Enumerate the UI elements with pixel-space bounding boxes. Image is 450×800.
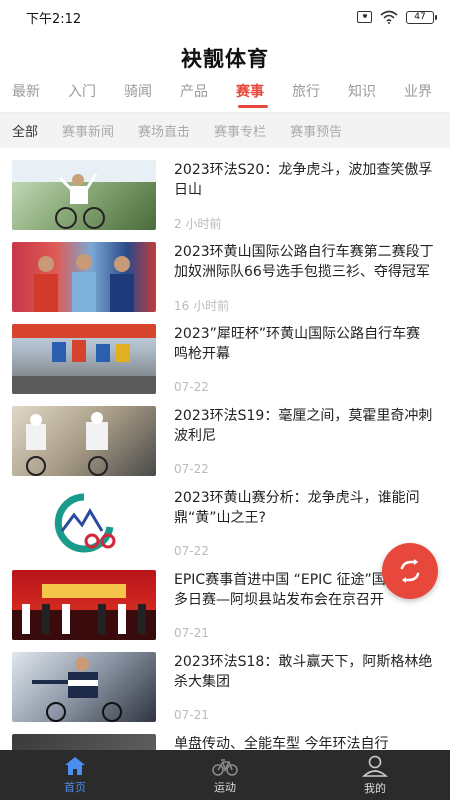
news-thumbnail	[12, 488, 156, 558]
news-item[interactable]: 2023环法S18：敢斗赢天下，阿斯格林绝杀大集团 07-21	[0, 642, 450, 724]
news-item[interactable]: 2023环黄山赛分析：龙争虎斗，谁能问鼎“黄”山之王? 07-22	[0, 478, 450, 560]
tab-events[interactable]: 赛事	[236, 82, 292, 112]
subtab-event-news[interactable]: 赛事新闻	[62, 121, 114, 140]
subtab-event-column[interactable]: 赛事专栏	[214, 121, 266, 140]
news-title: 单盘传动、全能车型 今年环法自行	[174, 736, 389, 750]
nav-profile-label: 我的	[364, 781, 386, 795]
news-thumbnail	[12, 570, 156, 640]
bottom-navigation: 首页 运动 我的	[0, 750, 450, 800]
nav-home-label: 首页	[64, 780, 86, 794]
news-time: 2 小时前	[174, 217, 222, 231]
news-time: 16 小时前	[174, 299, 230, 313]
news-item[interactable]: 2023环法S19：毫厘之间，莫霍里奇冲刺波利尼 07-22	[0, 396, 450, 478]
news-title: 2023环黄山赛分析：龙争虎斗，谁能问鼎“黄”山之王?	[174, 490, 420, 526]
subtab-all[interactable]: 全部	[12, 121, 38, 140]
bicycle-icon	[212, 758, 238, 776]
subtab-event-preview[interactable]: 赛事预告	[290, 121, 342, 140]
news-item[interactable]: 2023环法S20：龙争虎斗，波加查笑傲孚日山 2 小时前	[0, 150, 450, 232]
sub-category-tabs: 全部 赛事新闻 赛场直击 赛事专栏 赛事预告	[0, 112, 450, 148]
event-logo-icon	[54, 493, 116, 553]
news-time: 07-22	[174, 462, 209, 476]
news-thumbnail	[12, 242, 156, 312]
news-title: 2023环黄山国际公路自行车赛第二赛段丁加奴洲际队66号选手包揽三衫、夺得冠军	[174, 244, 434, 280]
news-title: 2023环法S20：龙争虎斗，波加查笑傲孚日山	[174, 162, 433, 198]
nav-profile[interactable]: 我的	[300, 750, 450, 800]
news-thumbnail	[12, 406, 156, 476]
nav-home[interactable]: 首页	[0, 750, 150, 800]
news-item[interactable]: 2023”犀旺杯”环黄山国际公路自行车赛 鸣枪开幕 07-22	[0, 314, 450, 396]
tab-latest[interactable]: 最新	[12, 82, 68, 112]
news-list[interactable]: 2023环法S20：龙争虎斗，波加查笑傲孚日山 2 小时前 2023环黄山国际公…	[0, 150, 450, 750]
subtab-live-coverage[interactable]: 赛场直击	[138, 121, 190, 140]
person-icon	[362, 755, 388, 777]
status-icons: 47	[357, 10, 437, 24]
tab-knowledge[interactable]: 知识	[348, 82, 404, 112]
tab-beginner[interactable]: 入门	[68, 82, 124, 112]
tab-riding-news[interactable]: 骑闻	[124, 82, 180, 112]
news-time: 07-21	[174, 626, 209, 640]
news-thumbnail	[12, 652, 156, 722]
tab-travel[interactable]: 旅行	[292, 82, 348, 112]
status-time: 下午2:12	[26, 11, 82, 27]
refresh-button[interactable]	[382, 543, 438, 599]
battery-icon: 47	[406, 10, 437, 24]
refresh-icon	[400, 559, 420, 583]
news-thumbnail	[12, 734, 156, 750]
news-title: 2023环法S18：敢斗赢天下，阿斯格林绝杀大集团	[174, 654, 433, 690]
status-bar: 下午2:12 47	[0, 0, 450, 34]
main-category-tabs: 最新 入门 骑闻 产品 赛事 旅行 知识 业界	[0, 82, 450, 112]
tab-industry[interactable]: 业界	[404, 82, 450, 112]
news-title: 2023环法S19：毫厘之间，莫霍里奇冲刺波利尼	[174, 408, 433, 444]
news-item[interactable]: 单盘传动、全能车型 今年环法自行	[0, 724, 450, 750]
tab-products[interactable]: 产品	[180, 82, 236, 112]
no-sim-icon	[357, 11, 372, 23]
news-time: 07-21	[174, 708, 209, 722]
wifi-icon	[380, 10, 398, 24]
news-time: 07-22	[174, 380, 209, 394]
news-title: 2023”犀旺杯”环黄山国际公路自行车赛 鸣枪开幕	[174, 326, 421, 362]
nav-sport[interactable]: 运动	[150, 750, 300, 800]
nav-sport-label: 运动	[214, 780, 236, 794]
news-item[interactable]: 2023环黄山国际公路自行车赛第二赛段丁加奴洲际队66号选手包揽三衫、夺得冠军 …	[0, 232, 450, 314]
app-title: 袂靓体育	[181, 47, 269, 71]
news-thumbnail	[12, 324, 156, 394]
home-icon	[65, 756, 85, 775]
news-thumbnail	[12, 160, 156, 230]
